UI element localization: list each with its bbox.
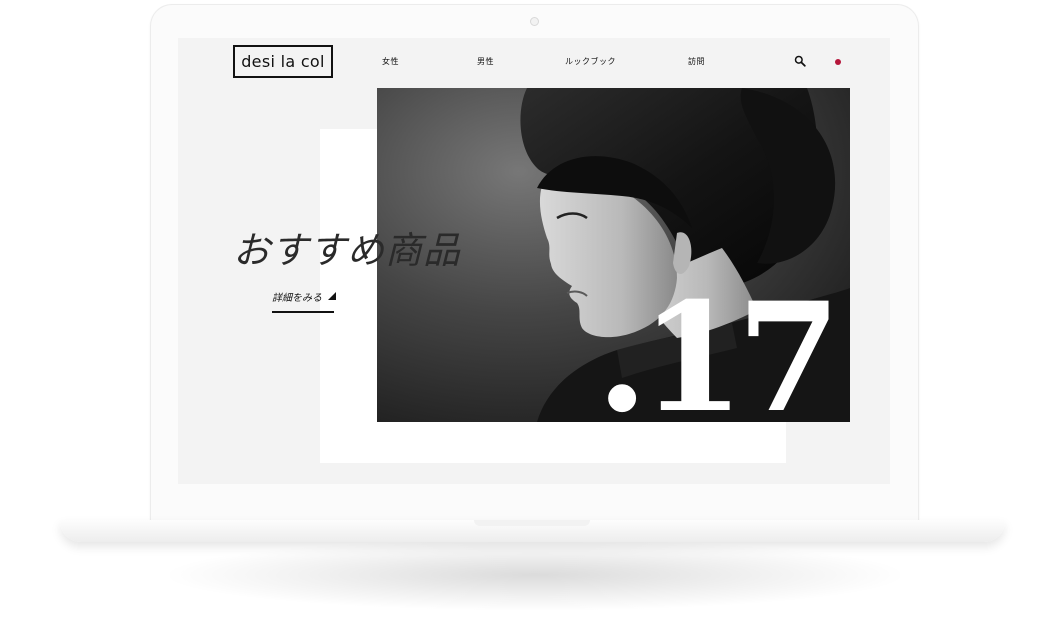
- website-screen: desi la col 女性 男性 ルックブック 訪問 おすすめ商品 詳細をみる…: [178, 38, 890, 484]
- view-details-link[interactable]: 詳細をみる: [272, 289, 322, 304]
- webcam-icon: [530, 17, 539, 26]
- cta-underline: [272, 311, 334, 313]
- nav-item-visit[interactable]: 訪問: [688, 56, 705, 67]
- laptop-shadow: [170, 540, 900, 610]
- search-icon[interactable]: [794, 55, 806, 67]
- language-flag-icon[interactable]: [835, 59, 841, 65]
- issue-number-overlay: .17: [596, 270, 841, 446]
- nav-item-lookbook[interactable]: ルックブック: [565, 56, 616, 67]
- hero-title: おすすめ商品: [233, 229, 461, 272]
- brand-logo[interactable]: desi la col: [233, 45, 333, 78]
- nav-item-men[interactable]: 男性: [477, 56, 494, 67]
- nav-item-women[interactable]: 女性: [382, 56, 399, 67]
- laptop-notch: [474, 520, 590, 526]
- arrow-corner-icon: [328, 292, 336, 300]
